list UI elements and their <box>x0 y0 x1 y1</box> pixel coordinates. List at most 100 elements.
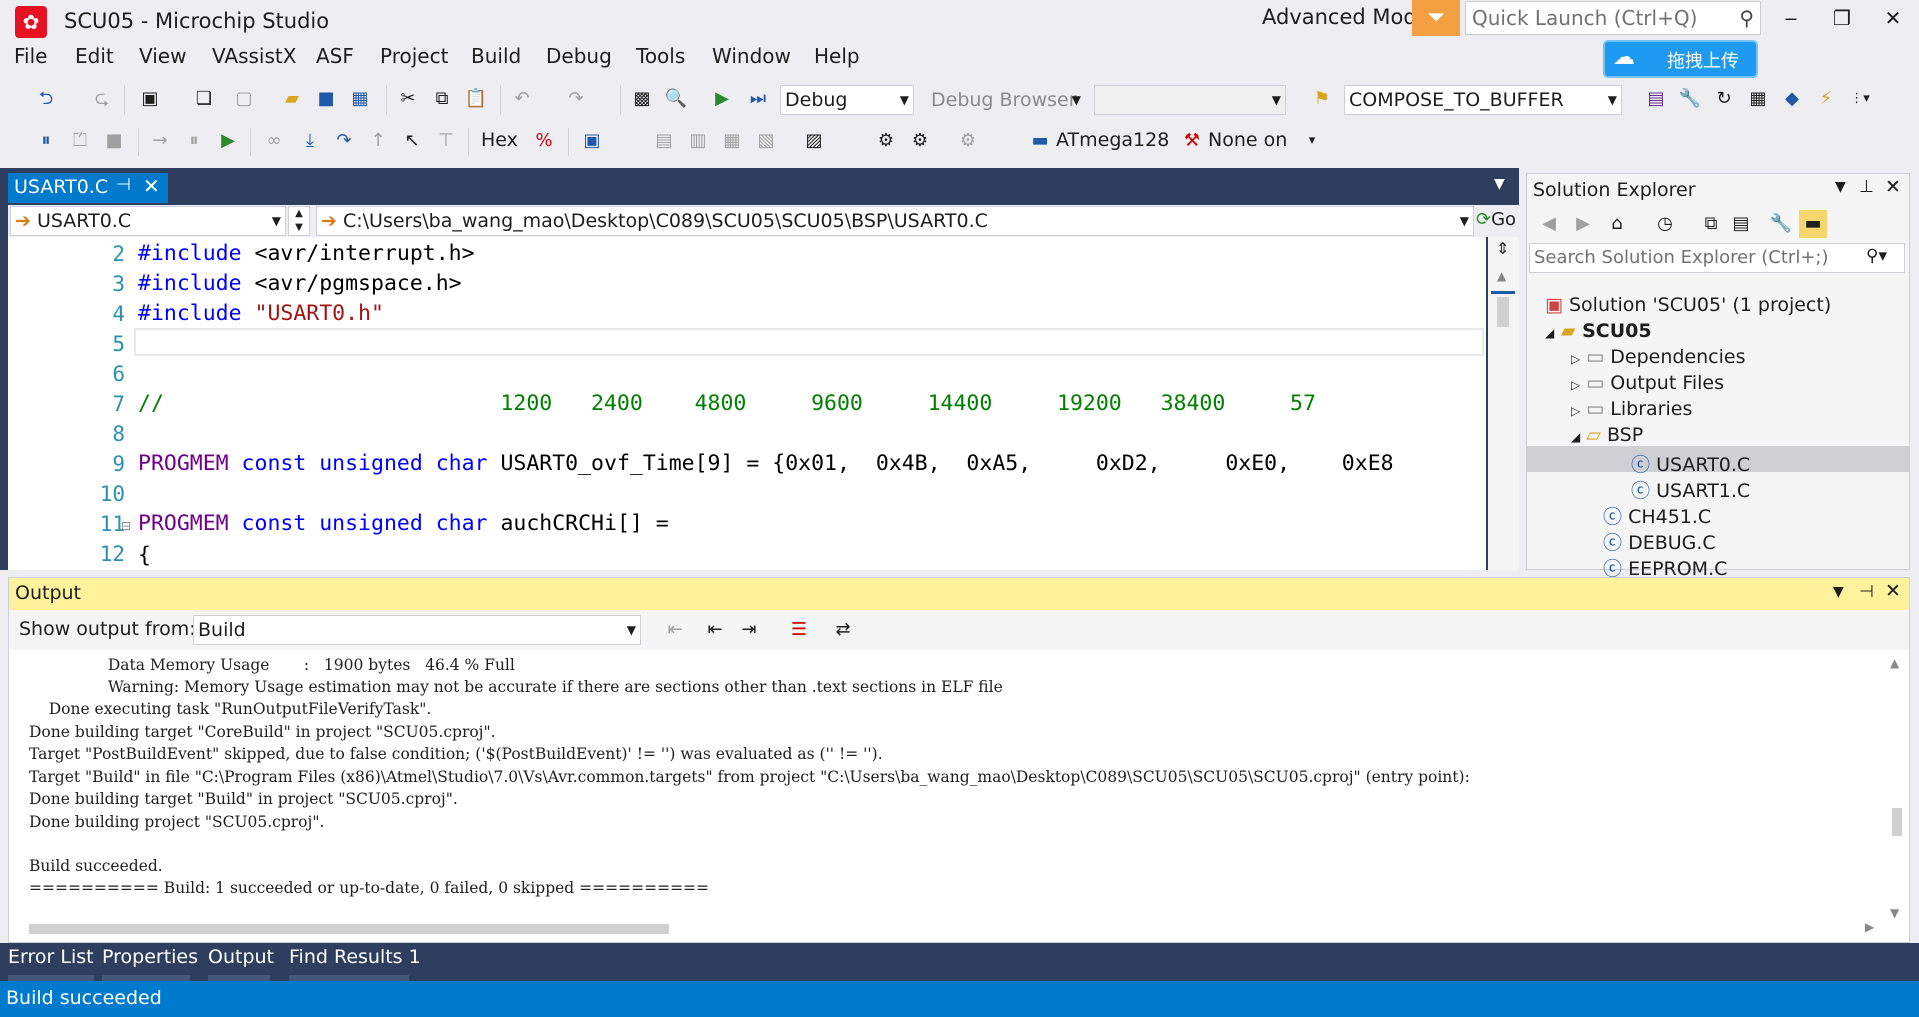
start-debugging-icon[interactable]: ▶ <box>708 85 736 113</box>
configuration-select[interactable]: Debug ▼ <box>780 85 914 115</box>
continue-icon[interactable]: ▶ <box>214 127 242 155</box>
disabled-tool-icon[interactable]: ⚙ <box>954 127 982 155</box>
tabs-dropdown-icon[interactable]: ▼ <box>1494 176 1505 192</box>
cloud-upload-button[interactable]: ☁ 拖拽上传 <box>1603 40 1758 78</box>
step-icon[interactable]: ⏍ <box>66 127 94 155</box>
tree-item-debug[interactable]: ⓒ DEBUG.C <box>1603 528 1716 555</box>
device-label[interactable]: ATmega128 <box>1056 129 1169 151</box>
function-select[interactable]: COMPOSE_TO_BUFFER ▼ <box>1344 85 1622 115</box>
copy-icon[interactable]: ⧉ <box>428 85 456 113</box>
path-select[interactable]: ➔ C:\Users\ba_wang_mao\Desktop\C089\SCU0… <box>316 206 1474 236</box>
editor-scrollbar[interactable]: ⇕ ▲ <box>1488 237 1519 570</box>
close-button[interactable]: ✕ <box>1873 4 1913 32</box>
plugin-icon[interactable]: ◆ <box>1778 85 1806 113</box>
word-wrap-icon[interactable]: ⇄ <box>829 616 857 644</box>
hex-toggle-icon[interactable]: % <box>530 127 558 155</box>
menu-help[interactable]: Help <box>814 44 860 68</box>
menu-tools[interactable]: Tools <box>636 44 685 68</box>
forward-icon[interactable]: ⮎ <box>88 85 116 113</box>
disassembly-icon[interactable]: ▨ <box>800 127 828 155</box>
break-all-icon[interactable]: ⏸ <box>32 127 60 155</box>
menu-edit[interactable]: Edit <box>75 44 114 68</box>
scroll-right-icon[interactable]: ▶ <box>1865 920 1874 934</box>
tree-item-usart0[interactable]: ⓒ USART0.C <box>1631 450 1750 477</box>
chip-icon[interactable]: ▦ <box>1744 85 1772 113</box>
menu-view[interactable]: View <box>139 44 186 68</box>
tree-item-usart1[interactable]: ⓒ USART1.C <box>1631 476 1750 503</box>
scroll-down-icon[interactable]: ▼ <box>1890 906 1899 920</box>
registers-icon[interactable]: ▥ <box>684 127 712 155</box>
split-icon[interactable]: ⇕ <box>1496 239 1509 258</box>
pin-icon[interactable]: ⊣ <box>1859 582 1874 602</box>
output-source-select[interactable]: Build ▼ <box>193 615 641 645</box>
previous-message-icon[interactable]: ⇤ <box>701 616 729 644</box>
paste-icon[interactable]: 📋 <box>462 85 490 113</box>
erase-device-icon[interactable]: ⚙ <box>906 127 934 155</box>
hex-button[interactable]: Hex <box>481 129 518 151</box>
find-message-icon[interactable]: ⇤ <box>661 616 689 644</box>
memory-icon[interactable]: ▤ <box>650 127 678 155</box>
minimize-button[interactable]: ‒ <box>1771 4 1811 32</box>
cursor-icon[interactable]: ↖ <box>398 127 426 155</box>
tab-error-list[interactable]: Error List <box>8 946 94 968</box>
menu-window[interactable]: Window <box>712 44 791 68</box>
add-existing-icon[interactable]: ▢ <box>230 85 258 113</box>
scroll-up-icon[interactable]: ▲ <box>1890 656 1899 670</box>
pin-icon[interactable]: ⊣ <box>116 175 131 195</box>
chevron-down-icon[interactable]: ▼ <box>1835 179 1846 195</box>
tool-label[interactable]: None on <box>1208 129 1287 151</box>
redo-icon[interactable]: ↷ <box>562 85 590 113</box>
solution-search-input[interactable]: Search Solution Explorer (Ctrl+;) ⚲▾ <box>1529 243 1905 273</box>
output-hscroll-thumb[interactable] <box>29 924 669 934</box>
quick-launch-input[interactable]: Quick Launch (Ctrl+Q) ⚲ <box>1465 1 1761 35</box>
add-item-icon[interactable]: ❏ <box>190 85 218 113</box>
debug-browser-select[interactable]: Debug Browser ▼ <box>926 85 1086 115</box>
tree-item-ch451[interactable]: ⓒ CH451.C <box>1603 502 1711 529</box>
history-icon[interactable]: ◷ <box>1651 210 1679 238</box>
restore-button[interactable]: ❐ <box>1822 4 1862 32</box>
menu-asf[interactable]: ASF <box>316 44 354 68</box>
scroll-up-icon[interactable]: ▲ <box>1497 269 1506 283</box>
collapse-all-icon[interactable]: ⧉ <box>1697 210 1725 238</box>
start-without-debugging-icon[interactable]: ⏭ <box>744 85 772 113</box>
code-editor[interactable]: 2 3 4 5 6 7 8 9 10 11 12 ⊟ #include <avr… <box>8 237 1486 570</box>
next-message-icon[interactable]: ⇥ <box>735 616 763 644</box>
file-select[interactable]: ➔ USART0.C ▼ <box>10 206 286 236</box>
program-device-icon[interactable]: ⚙ <box>872 127 900 155</box>
wrench-icon[interactable]: 🔧 <box>1676 85 1704 113</box>
io-view-icon[interactable]: ▦ <box>718 127 746 155</box>
watch-icon[interactable]: ∞ <box>260 127 288 155</box>
menu-debug[interactable]: Debug <box>546 44 612 68</box>
collapse-icon[interactable]: ⊟ <box>121 519 131 533</box>
tree-item-output-files[interactable]: ▷ ▭ Output Files <box>1571 372 1724 394</box>
empty-combo[interactable]: ▼ <box>1094 85 1286 115</box>
menu-build[interactable]: Build <box>471 44 521 68</box>
device-programming-icon[interactable]: ▤ <box>1642 85 1670 113</box>
advanced-mode-label[interactable]: Advanced Mode <box>1262 5 1430 29</box>
show-next-icon[interactable]: → <box>146 127 174 155</box>
new-project-icon[interactable]: ▣ <box>136 85 164 113</box>
processor-icon[interactable]: ▧ <box>752 127 780 155</box>
refresh-icon[interactable]: ↻ <box>1710 85 1738 113</box>
forward-icon[interactable]: ▶ <box>1569 210 1597 238</box>
open-icon[interactable]: ▰ <box>278 85 306 113</box>
tree-item-dependencies[interactable]: ▷ ▭ Dependencies <box>1571 346 1746 368</box>
back-icon[interactable]: ⮌ <box>32 85 60 113</box>
close-icon[interactable]: ✕ <box>1885 580 1901 602</box>
document-tab[interactable]: USART0.C ⊣ ✕ <box>8 173 168 203</box>
preview-icon[interactable]: ▬ <box>1799 210 1827 238</box>
go-button[interactable]: ⟳Go <box>1476 209 1516 230</box>
tree-item-libraries[interactable]: ▷ ▭ Libraries <box>1571 398 1692 420</box>
solution-config-icon[interactable]: ▩ <box>628 85 656 113</box>
home-icon[interactable]: ⌂ <box>1603 210 1631 238</box>
windows-icon[interactable]: ▣ <box>578 127 606 155</box>
step-over-icon[interactable]: ↷ <box>330 127 358 155</box>
spin-icon[interactable]: ▲ ▼ <box>288 206 310 236</box>
properties-icon[interactable]: 🔧 <box>1767 210 1795 238</box>
tree-item-project[interactable]: ◢ ▰ SCU05 <box>1545 320 1652 342</box>
search-icon[interactable]: ⚲▾ <box>1866 246 1887 266</box>
tab-properties[interactable]: Properties <box>102 946 198 968</box>
find-icon[interactable]: 🔍 <box>662 85 690 113</box>
lightning-icon[interactable]: ⚡ <box>1812 85 1840 113</box>
undo-icon[interactable]: ↶ <box>508 85 536 113</box>
